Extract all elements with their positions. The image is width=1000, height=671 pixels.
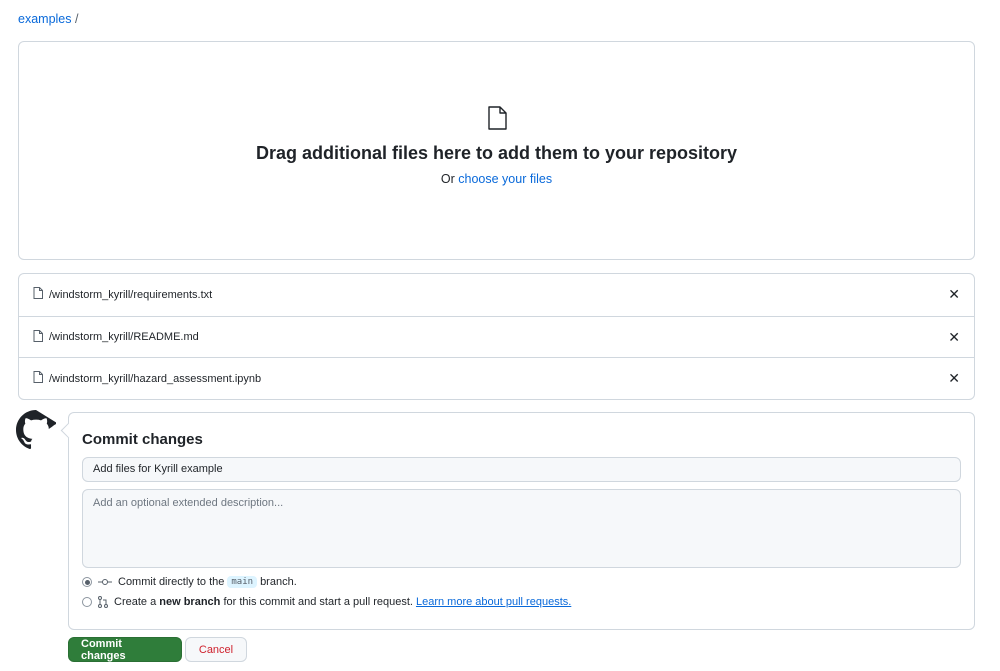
file-name: /windstorm_kyrill/requirements.txt xyxy=(49,288,213,301)
breadcrumb: examples / xyxy=(18,12,78,26)
commit-changes-button[interactable]: Commit changes xyxy=(68,637,182,662)
commit-summary-input[interactable]: Add files for Kyrill example xyxy=(82,457,961,482)
file-name: /windstorm_kyrill/hazard_assessment.ipyn… xyxy=(49,372,262,385)
choose-files-link[interactable]: choose your files xyxy=(458,172,552,186)
commit-form: Commit changes Add files for Kyrill exam… xyxy=(68,412,975,630)
remove-file-icon[interactable]: ✕ xyxy=(948,370,960,387)
file-row: /windstorm_kyrill/requirements.txt ✕ xyxy=(19,274,974,316)
commit-description-textarea[interactable]: Add an optional extended description... xyxy=(82,489,961,568)
option-new-suffix: for this commit and start a pull request… xyxy=(223,596,413,608)
remove-file-icon[interactable]: ✕ xyxy=(948,329,960,346)
file-row: /windstorm_kyrill/hazard_assessment.ipyn… xyxy=(19,357,974,399)
file-icon xyxy=(33,371,43,386)
git-commit-icon xyxy=(98,578,112,586)
file-icon xyxy=(33,329,43,345)
option-direct-suffix: branch. xyxy=(260,576,297,588)
file-dropzone[interactable]: Drag additional files here to add them t… xyxy=(18,41,975,260)
breadcrumb-repo-link[interactable]: examples xyxy=(18,12,72,26)
github-logo-avatar xyxy=(16,410,68,450)
form-actions: Commit changes Cancel xyxy=(68,637,247,662)
dropzone-prefix: Or xyxy=(440,172,455,186)
cancel-button[interactable]: Cancel xyxy=(185,637,247,662)
commit-title: Commit changes xyxy=(82,431,203,448)
commit-direct-option[interactable]: Commit directly to the main branch. xyxy=(82,576,961,588)
commit-direct-radio[interactable] xyxy=(82,577,92,587)
file-icon xyxy=(33,287,43,302)
dropzone-subtitle: Or choose your files xyxy=(19,172,974,186)
branch-name: main xyxy=(227,576,258,588)
remove-file-icon[interactable]: ✕ xyxy=(948,286,960,303)
new-branch-radio[interactable] xyxy=(82,597,92,607)
dropzone-title: Drag additional files here to add them t… xyxy=(255,143,738,163)
option-direct-text: Commit directly to the xyxy=(118,576,225,588)
option-new-text: Create a xyxy=(114,596,157,608)
git-pull-request-icon xyxy=(98,596,108,608)
option-new-bold: new branch xyxy=(159,596,221,608)
learn-more-pull-requests-link[interactable]: Learn more about pull requests. xyxy=(416,596,571,608)
file-icon xyxy=(19,106,974,133)
file-row: /windstorm_kyrill/README.md ✕ xyxy=(19,315,974,358)
breadcrumb-separator: / xyxy=(74,12,79,26)
file-list: /windstorm_kyrill/requirements.txt ✕ /wi… xyxy=(18,273,975,401)
new-branch-option[interactable]: Create a new branch for this commit and … xyxy=(82,596,961,608)
file-name: /windstorm_kyrill/README.md xyxy=(49,331,199,344)
